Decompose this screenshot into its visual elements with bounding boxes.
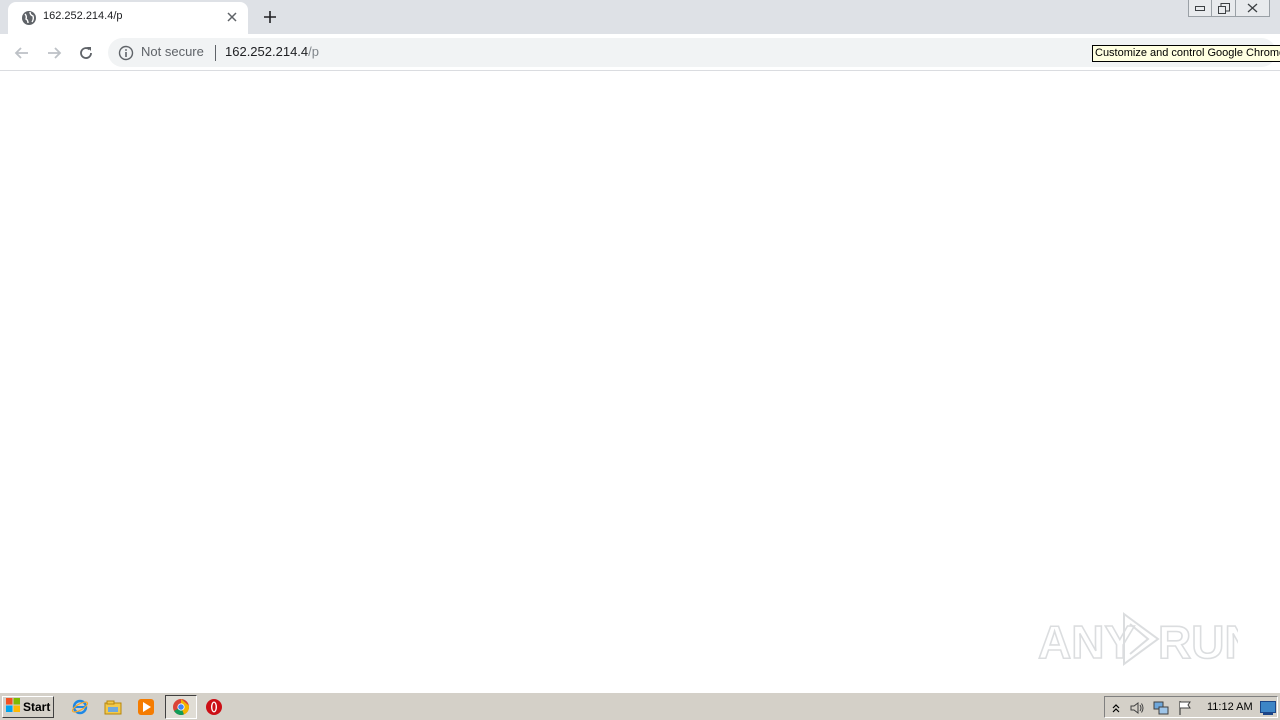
taskbar: Start 11:12 AM	[0, 692, 1280, 720]
browser-tab[interactable]: 162.252.214.4/p	[8, 2, 248, 34]
media-player-icon[interactable]	[137, 698, 155, 716]
action-center-flag-icon[interactable]	[1177, 700, 1193, 716]
windows-logo-icon	[5, 697, 21, 717]
back-arrow-icon[interactable]	[10, 41, 34, 65]
forward-arrow-icon[interactable]	[42, 41, 66, 65]
tab-strip: 162.252.214.4/p	[0, 0, 1280, 34]
show-desktop-icon[interactable]	[1260, 700, 1276, 716]
start-label: Start	[23, 700, 51, 714]
ie-icon[interactable]	[71, 698, 89, 716]
explorer-icon[interactable]	[104, 698, 122, 716]
info-icon[interactable]	[118, 45, 134, 61]
opera-icon[interactable]	[205, 698, 223, 716]
omnibox-divider	[215, 45, 216, 61]
window-controls	[1188, 0, 1270, 18]
anyrun-watermark: ANY RUN	[1038, 612, 1238, 669]
reload-icon[interactable]	[74, 41, 98, 65]
restore-icon[interactable]	[1212, 0, 1236, 17]
watermark-text-left: ANY	[1038, 616, 1135, 668]
close-icon[interactable]	[1236, 0, 1270, 17]
url-text[interactable]: 162.252.214.4/p	[225, 44, 319, 59]
menu-tooltip: Customize and control Google Chrome	[1092, 45, 1280, 62]
page-content	[0, 72, 1280, 692]
speaker-icon[interactable]	[1129, 700, 1145, 716]
url-path: /p	[308, 44, 319, 59]
security-label[interactable]: Not secure	[141, 44, 204, 59]
clock: 11:12 AM	[1207, 701, 1253, 713]
network-icon[interactable]	[1153, 700, 1169, 716]
minimize-icon[interactable]	[1188, 0, 1212, 17]
screen: 162.252.214.4/p Not secure 162.252.214.4…	[0, 0, 1280, 720]
watermark-text-right: RUN	[1158, 616, 1238, 668]
chevron-up-icon[interactable]	[1108, 700, 1124, 716]
system-tray: 11:12 AM	[1104, 696, 1278, 718]
url-host: 162.252.214.4	[225, 44, 309, 59]
browser-toolbar: Not secure 162.252.214.4/p	[0, 34, 1280, 71]
tab-title: 162.252.214.4/p	[43, 10, 123, 22]
start-button[interactable]: Start	[2, 696, 54, 718]
tab-close-icon[interactable]	[224, 9, 240, 25]
globe-icon	[21, 10, 37, 26]
chrome-icon[interactable]	[172, 698, 190, 716]
plus-icon[interactable]	[260, 7, 280, 27]
